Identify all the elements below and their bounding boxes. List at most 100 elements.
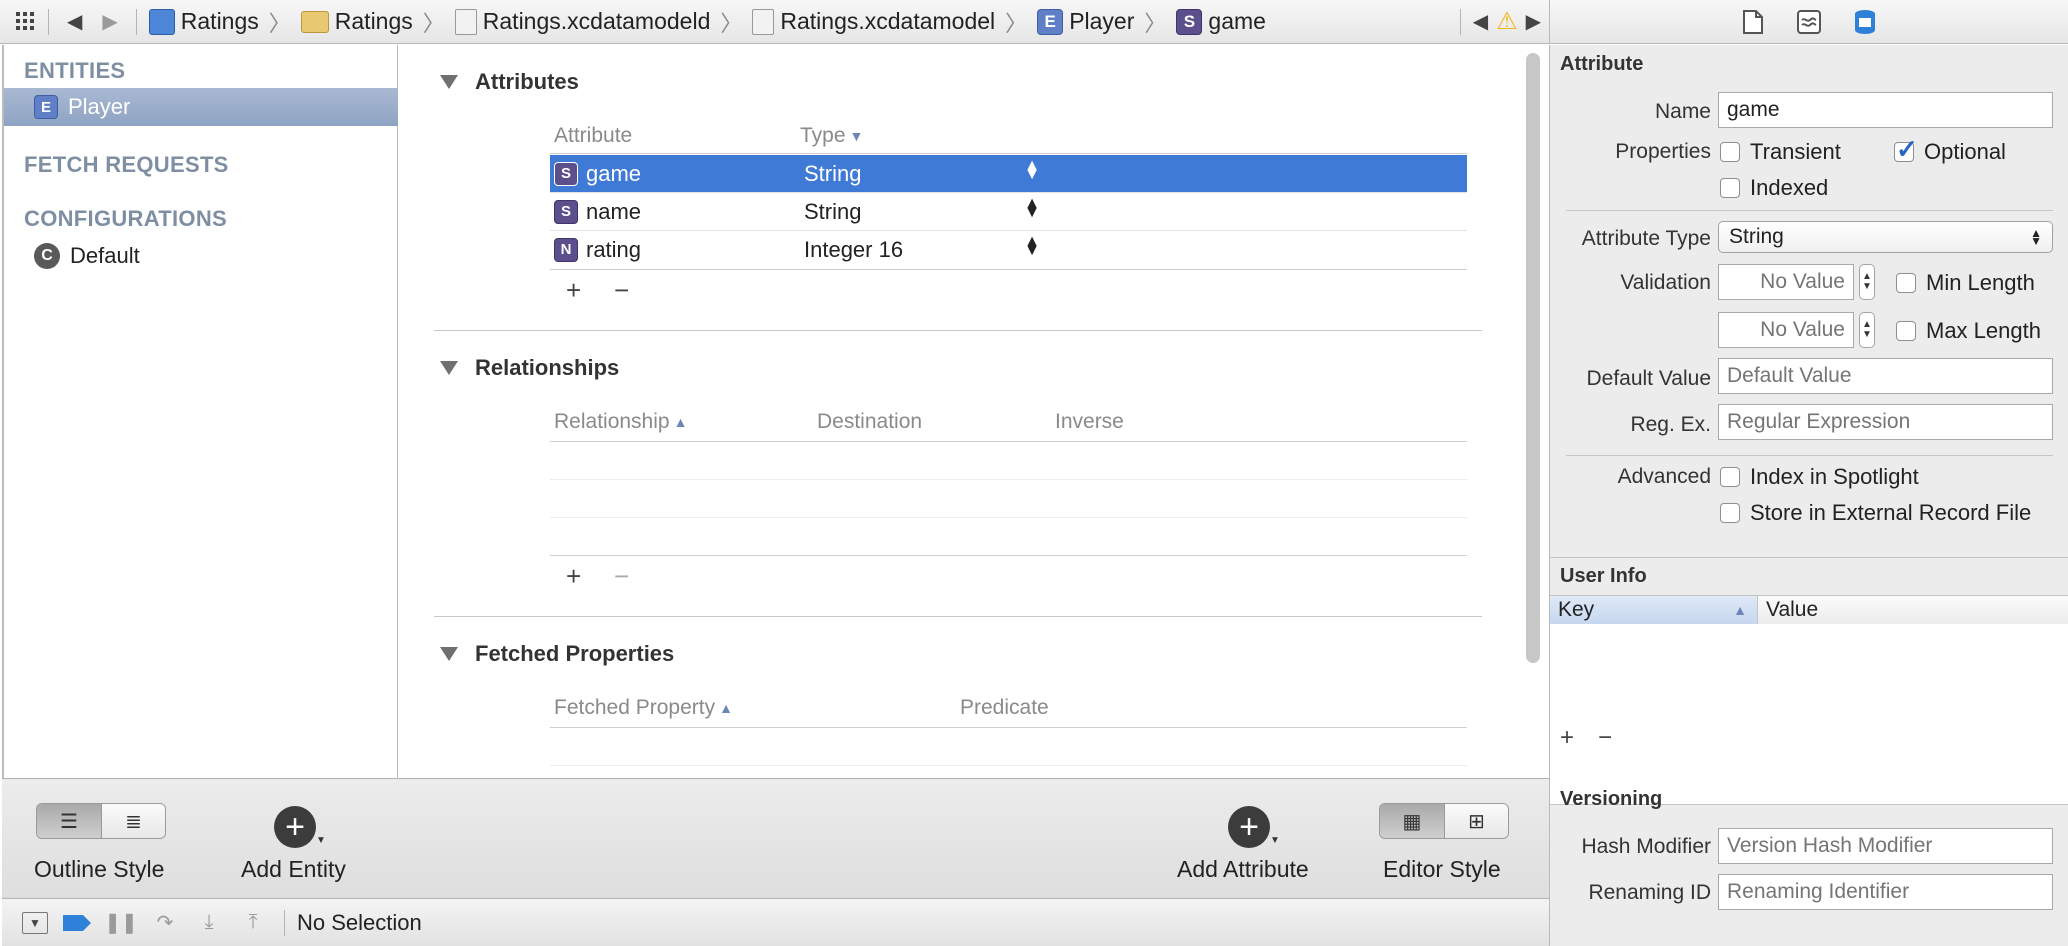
quick-help-icon[interactable] <box>1796 9 1822 35</box>
relationships-title: Relationships <box>475 355 620 380</box>
entity-row-player[interactable]: E Player <box>4 88 398 126</box>
crumb-attribute[interactable]: Sgame <box>1172 8 1270 35</box>
graph-style-icon[interactable]: ⊞ <box>1444 804 1508 838</box>
attributes-title: Attributes <box>475 69 579 94</box>
step-out-icon[interactable]: ⤒ <box>238 908 268 938</box>
attribute-name[interactable]: name <box>586 199 641 225</box>
store-external-checkbox[interactable]: Store in External Record File <box>1720 500 2031 526</box>
index-spotlight-checkbox[interactable]: Index in Spotlight <box>1720 464 1919 490</box>
table-style-icon[interactable]: ▦ <box>1380 804 1444 838</box>
attribute-type[interactable]: Integer 16 ▲ ▼ <box>800 233 1040 263</box>
forward-arrow-icon[interactable]: ▶ <box>92 9 127 34</box>
min-length-checkbox[interactable]: Min Length <box>1896 270 2035 296</box>
checkbox-box[interactable] <box>1720 467 1740 487</box>
remove-user-info-minus-icon[interactable]: − <box>1598 724 1612 752</box>
checkbox-box[interactable] <box>1720 178 1740 198</box>
column-predicate[interactable]: Predicate <box>960 696 1049 720</box>
add-user-info-plus-icon[interactable]: + <box>1560 724 1574 752</box>
default-value-field[interactable] <box>1718 358 2053 394</box>
warning-icon[interactable]: ⚠ <box>1492 7 1522 36</box>
max-length-field[interactable] <box>1718 312 1854 348</box>
file-inspector-icon[interactable] <box>1740 9 1766 35</box>
related-items-icon[interactable] <box>0 0 40 44</box>
add-attribute-button[interactable]: + <box>1228 806 1270 848</box>
attribute-name[interactable]: game <box>586 161 641 187</box>
max-length-stepper[interactable]: ▲ ▼ <box>1859 312 1875 348</box>
crumb-label: Ratings.xcdatamodeld <box>482 8 711 34</box>
remove-relationship-minus-icon[interactable]: − <box>614 561 629 592</box>
attribute-type-label: String <box>804 198 862 224</box>
checkbox-box[interactable] <box>1720 503 1740 523</box>
crumb-label: Ratings <box>334 8 413 34</box>
attribute-name[interactable]: rating <box>586 237 641 263</box>
crumb-folder[interactable]: Ratings <box>297 8 417 35</box>
checkbox-checked-icon[interactable] <box>1894 134 1918 165</box>
add-attribute-plus-icon[interactable]: + <box>566 275 581 306</box>
configurations-header: CONFIGURATIONS <box>24 206 228 231</box>
indexed-checkbox[interactable]: Indexed <box>1720 175 1828 201</box>
attribute-row[interactable]: Nrating Integer 16 ▲ ▼ <box>550 231 1467 268</box>
disclosure-triangle-icon[interactable] <box>440 75 458 89</box>
crumb-project[interactable]: Ratings <box>145 8 263 35</box>
column-destination[interactable]: Destination <box>817 410 922 434</box>
value-column-header[interactable]: Value <box>1758 596 2068 624</box>
max-length-checkbox[interactable]: Max Length <box>1896 318 2041 344</box>
checkbox-box[interactable] <box>1896 321 1916 341</box>
entity-outline: ENTITIES E Player FETCH REQUESTS CONFIGU… <box>2 45 398 778</box>
checkbox-box[interactable] <box>1720 142 1740 162</box>
next-issue-icon[interactable]: ▶ <box>1522 9 1549 34</box>
column-type[interactable]: Type ▼ <box>800 124 863 148</box>
column-relationship[interactable]: Relationship ▲ <box>554 410 687 434</box>
checkbox-box[interactable] <box>1896 273 1916 293</box>
hash-modifier-label: Hash Modifier <box>1581 835 1711 858</box>
step-into-icon[interactable]: ⤓ <box>194 908 224 938</box>
renaming-id-field[interactable] <box>1718 874 2053 910</box>
previous-issue-icon[interactable]: ◀ <box>1469 9 1492 34</box>
column-attribute[interactable]: Attribute <box>554 124 632 148</box>
attributes-section-header[interactable]: Attributes <box>440 69 579 95</box>
vertical-scrollbar[interactable] <box>1526 53 1540 663</box>
attribute-type-popup[interactable]: String ▲ ▼ <box>1718 221 2053 253</box>
value-column-label: Value <box>1766 598 1819 621</box>
hierarchy-list-icon[interactable]: ≣ <box>101 804 165 838</box>
hash-modifier-field[interactable] <box>1718 828 2053 864</box>
remove-attribute-minus-icon[interactable]: − <box>614 275 629 306</box>
configuration-row-default[interactable]: C Default <box>4 237 398 275</box>
crumb-entity[interactable]: E Player <box>1033 8 1138 35</box>
disclosure-triangle-icon[interactable] <box>440 361 458 375</box>
editor-style-segmented-control[interactable]: ▦ ⊞ <box>1379 803 1509 839</box>
crumb-model[interactable]: Ratings.xcdatamodel <box>748 8 999 35</box>
breakpoints-icon[interactable] <box>62 908 92 938</box>
disclosure-triangle-icon[interactable] <box>440 647 458 661</box>
flat-list-icon[interactable]: ☰ <box>37 804 101 838</box>
step-over-icon[interactable]: ↷ <box>150 908 180 938</box>
optional-checkbox[interactable]: Optional <box>1894 134 2006 165</box>
attribute-row[interactable]: Sname String ▲ ▼ <box>550 193 1467 230</box>
min-length-field[interactable] <box>1718 264 1854 300</box>
validation-label: Validation <box>1620 271 1711 294</box>
hide-debug-area-icon[interactable]: ▼ <box>22 911 48 934</box>
crumb-model-bundle[interactable]: Ratings.xcdatamodeld <box>451 8 715 35</box>
name-field[interactable] <box>1718 92 2053 128</box>
string-type-icon: S <box>554 199 578 224</box>
min-length-stepper[interactable]: ▲ ▼ <box>1859 264 1875 300</box>
user-info-table[interactable]: Key ▲ Value + − <box>1550 595 2068 805</box>
pause-icon[interactable]: ❚❚ <box>104 908 138 938</box>
column-fetched-property[interactable]: Fetched Property ▲ <box>554 696 733 720</box>
table-bottom-divider <box>550 269 1467 270</box>
outline-style-segmented-control[interactable]: ☰ ≣ <box>36 803 166 839</box>
debug-bar: ▼ ❚❚ ↷ ⤓ ⤒ No Selection <box>2 898 1549 946</box>
add-relationship-plus-icon[interactable]: + <box>566 561 581 592</box>
column-inverse[interactable]: Inverse <box>1055 410 1124 434</box>
data-model-inspector-icon[interactable] <box>1852 9 1878 35</box>
attribute-type[interactable]: String ▲ ▼ <box>800 157 1040 187</box>
attribute-row[interactable]: Sgame String ▲ ▼ <box>550 155 1467 192</box>
key-column-header[interactable]: Key ▲ <box>1550 596 1758 624</box>
attribute-type[interactable]: String ▲ ▼ <box>800 195 1040 225</box>
fetched-properties-section-header[interactable]: Fetched Properties <box>440 641 674 667</box>
add-entity-button[interactable]: + <box>274 806 316 848</box>
back-arrow-icon[interactable]: ◀ <box>57 9 92 34</box>
regex-field[interactable] <box>1718 404 2053 440</box>
transient-checkbox[interactable]: Transient <box>1720 139 1841 165</box>
relationships-section-header[interactable]: Relationships <box>440 355 619 381</box>
